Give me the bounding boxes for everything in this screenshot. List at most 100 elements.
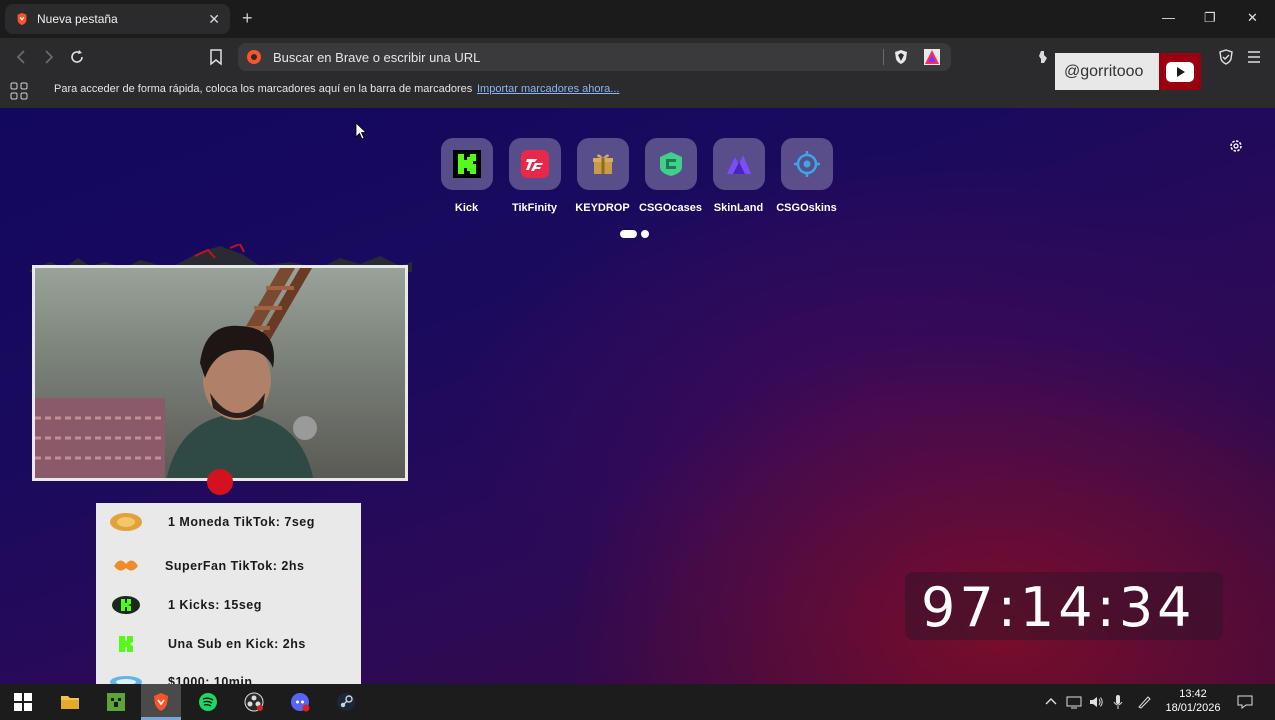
- address-placeholder: Buscar en Brave o escribir una URL: [273, 50, 481, 65]
- tikfinity-icon: [520, 150, 549, 178]
- csgoskins-tile: [780, 138, 833, 190]
- steam-icon[interactable]: [336, 692, 356, 712]
- top-site-kick[interactable]: Kick: [440, 138, 493, 214]
- youtube-icon: [1166, 61, 1194, 82]
- tab-title: Nueva pestaña: [37, 12, 118, 26]
- menu-icon[interactable]: [1246, 49, 1262, 65]
- top-site-label: TikFinity: [511, 202, 558, 214]
- minimize-button[interactable]: —: [1162, 10, 1175, 25]
- reward-text: 1 Moneda TikTok: 7seg: [168, 515, 315, 529]
- tab-close-icon[interactable]: ✕: [208, 11, 220, 28]
- minecraft-icon[interactable]: [106, 692, 126, 712]
- reward-text: SuperFan TikTok: 2hs: [165, 559, 305, 573]
- brave-lion-icon: [17, 12, 27, 26]
- bookmarks-hint: Para acceder de forma rápida, coloca los…: [54, 83, 473, 95]
- top-site-label: KEYDROP: [575, 202, 630, 214]
- brave-search-icon: [247, 50, 261, 64]
- windows-start-icon[interactable]: [13, 692, 33, 712]
- close-window-button[interactable]: ✕: [1247, 10, 1258, 26]
- skinland-icon: [726, 155, 751, 174]
- top-site-label: SkinLand: [713, 202, 764, 214]
- page-dot-active[interactable]: [620, 230, 637, 238]
- top-site-csgocases[interactable]: CSGOcases: [639, 138, 702, 214]
- discord-icon[interactable]: [290, 692, 310, 712]
- reward-row: 1 Kicks: 15seg: [96, 593, 361, 617]
- money-icon: [110, 676, 142, 684]
- vpn-shield-icon[interactable]: [1218, 49, 1234, 65]
- tab-new-tab[interactable]: Nueva pestaña ✕: [5, 4, 230, 34]
- youtube-handle: @gorritooo: [1064, 63, 1144, 80]
- skinland-tile: [712, 138, 765, 190]
- new-tab-page: Kick TikFinity KEYDROP CSGOcases SkinLan…: [0, 108, 1275, 684]
- tikfinity-tile: [508, 138, 561, 190]
- top-site-keydrop[interactable]: KEYDROP: [575, 138, 630, 214]
- show-hidden-icons-icon[interactable]: [1043, 694, 1059, 710]
- maximize-button[interactable]: ❐: [1204, 10, 1216, 26]
- webcam-feed: [32, 265, 408, 481]
- mouse-cursor-icon: [355, 122, 367, 140]
- clock-time: 13:42: [1179, 688, 1207, 700]
- reward-row: $1000: 10min: [96, 670, 361, 684]
- rewards-panel: 1 Moneda TikTok: 7seg SuperFan TikTok: 2…: [96, 503, 361, 684]
- reward-text: 1 Kicks: 15seg: [168, 598, 262, 612]
- top-site-label: CSGOcases: [639, 202, 702, 214]
- notifications-icon[interactable]: [1237, 694, 1253, 710]
- spotify-icon[interactable]: [198, 692, 218, 712]
- brave-rewards-icon[interactable]: [924, 49, 940, 65]
- reward-row: SuperFan TikTok: 2hs: [96, 554, 361, 578]
- reward-row: 1 Moneda TikTok: 7seg: [96, 510, 361, 534]
- tiktok-coin-icon: [110, 513, 142, 531]
- file-explorer-icon[interactable]: [60, 692, 80, 712]
- address-bar[interactable]: Buscar en Brave o escribir una URL: [238, 43, 951, 71]
- stream-timer: 97:14:34: [905, 572, 1223, 640]
- reward-text: $1000: 10min: [168, 675, 253, 684]
- kicks-icon: [112, 596, 140, 614]
- clock-date: 18/01/2026: [1165, 702, 1221, 714]
- extension-icon[interactable]: [1035, 49, 1051, 65]
- top-site-label: Kick: [454, 202, 479, 214]
- brave-icon[interactable]: [151, 692, 171, 712]
- top-site-skinland[interactable]: SkinLand: [712, 138, 765, 214]
- back-icon[interactable]: [12, 47, 32, 67]
- obs-icon[interactable]: [244, 692, 264, 712]
- csgocases-icon: [659, 152, 682, 176]
- page-dot[interactable]: [641, 230, 649, 238]
- csgoskins-icon: [793, 151, 820, 177]
- keydrop-tile: [576, 138, 629, 190]
- apps-grid-icon[interactable]: [10, 82, 28, 100]
- superfan-icon: [114, 560, 138, 571]
- streamer-graphic: [166, 325, 317, 478]
- kick-icon: [452, 150, 481, 178]
- youtube-logo: [1159, 53, 1201, 90]
- volume-icon[interactable]: [1088, 694, 1104, 710]
- new-tab-button[interactable]: +: [242, 8, 253, 29]
- brave-shields-icon[interactable]: [893, 49, 909, 65]
- top-sites-pagination: [620, 230, 649, 238]
- kick-tile: [440, 138, 493, 190]
- tab-strip: Nueva pestaña ✕ + — ❐ ✕: [0, 0, 1275, 38]
- csgocases-tile: [644, 138, 697, 190]
- network-icon[interactable]: [1066, 694, 1082, 710]
- kick-sub-icon: [119, 636, 133, 652]
- reward-row: Una Sub en Kick: 2hs: [96, 632, 361, 656]
- top-site-label: CSGOskins: [776, 202, 837, 214]
- bookmark-icon[interactable]: [206, 47, 226, 67]
- windows-taskbar: 13:42 18/01/2026: [0, 684, 1275, 720]
- omnibox-divider: [883, 49, 884, 65]
- keydrop-icon: [592, 154, 613, 174]
- microphone-icon[interactable]: [1110, 694, 1126, 710]
- top-sites: Kick TikFinity KEYDROP CSGOcases SkinLan…: [440, 138, 837, 214]
- reward-text: Una Sub en Kick: 2hs: [168, 637, 306, 651]
- taskbar-clock[interactable]: 13:42 18/01/2026: [1160, 687, 1226, 715]
- import-bookmarks-link[interactable]: Importar marcadores ahora...: [477, 83, 619, 95]
- sofa-graphic: [35, 398, 165, 478]
- reload-icon[interactable]: [67, 47, 87, 67]
- timer-digits: 97:14:34: [921, 576, 1196, 639]
- settings-gear-icon[interactable]: [1228, 138, 1244, 154]
- top-site-csgoskins[interactable]: CSGOskins: [776, 138, 837, 214]
- forward-icon[interactable]: [38, 47, 58, 67]
- youtube-handle-overlay: @gorritooo: [1055, 53, 1201, 90]
- top-site-tikfinity[interactable]: TikFinity: [508, 138, 561, 214]
- pen-icon[interactable]: [1136, 694, 1152, 710]
- webcam-frame-ornament: [207, 469, 233, 495]
